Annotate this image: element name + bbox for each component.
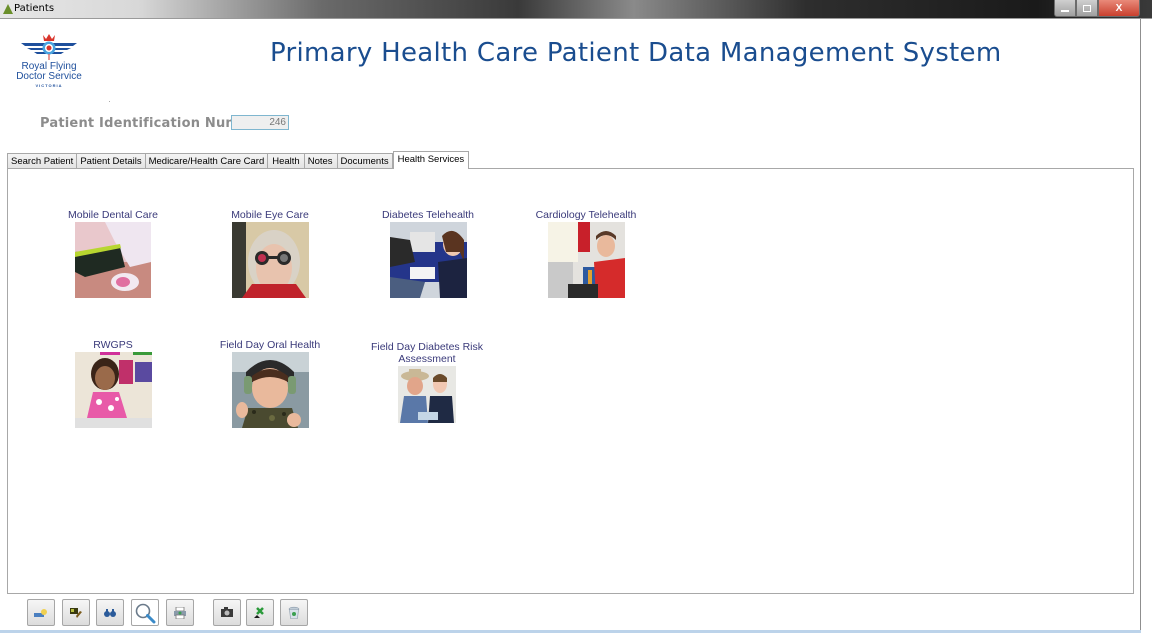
service-mobile-eye-care[interactable]: Mobile Eye Care	[222, 209, 318, 298]
delete-button[interactable]	[280, 599, 308, 626]
logo-line-3: VICTORIA	[35, 83, 63, 88]
service-label-line-2: Assessment	[398, 353, 456, 365]
window-title-bar[interactable]: Patients X	[0, 0, 1152, 19]
service-cardiology-telehealth[interactable]: Cardiology Telehealth	[528, 209, 644, 298]
rfds-wings-emblem-icon	[21, 34, 77, 60]
window-title: Patients	[14, 3, 55, 14]
service-mobile-dental-care[interactable]: Mobile Dental Care	[63, 209, 163, 298]
tab-search-patient[interactable]: Search Patient	[7, 153, 78, 169]
window-controls: X	[1054, 0, 1140, 17]
telehealth-operator-photo	[547, 222, 625, 298]
camera-icon	[221, 607, 233, 617]
service-field-day-oral-health[interactable]: Field Day Oral Health	[214, 339, 326, 428]
eye-test-photo	[231, 222, 309, 298]
magnifier-icon	[135, 603, 156, 623]
service-label: Mobile Eye Care	[231, 209, 309, 221]
baby-photo	[74, 352, 152, 428]
tab-health[interactable]: Health	[267, 153, 305, 169]
logo-line-2: Doctor Service	[16, 71, 82, 82]
maximize-button[interactable]	[1076, 0, 1098, 17]
new-record-button[interactable]	[27, 599, 55, 626]
app-icon	[3, 4, 13, 14]
excel-icon	[254, 606, 264, 618]
service-field-day-diabetes-risk-assessment[interactable]: Field Day Diabetes Risk Assessment	[366, 341, 488, 423]
tab-patient-details[interactable]: Patient Details	[76, 153, 146, 169]
boy-thumbs-up-photo	[231, 352, 309, 428]
recycle-bin-icon	[288, 606, 300, 619]
printer-icon	[174, 606, 186, 619]
edit-record-icon	[70, 607, 82, 618]
find-button[interactable]	[96, 599, 124, 626]
service-label: Diabetes Telehealth	[381, 209, 475, 221]
minimize-icon	[1061, 9, 1069, 12]
service-label: Mobile Dental Care	[68, 209, 158, 221]
service-diabetes-telehealth[interactable]: Diabetes Telehealth	[372, 209, 484, 298]
dental-patient-photo	[75, 222, 151, 298]
binoculars-icon	[104, 608, 116, 617]
service-label: Field Day Diabetes Risk	[370, 341, 484, 353]
service-rwgps[interactable]: RWGPS	[63, 339, 163, 428]
maximize-icon	[1083, 4, 1091, 12]
rfds-logo: Royal Flying Doctor Service VICTORIA	[12, 32, 86, 94]
edit-record-button[interactable]	[62, 599, 90, 626]
service-label: Field Day Oral Health	[219, 339, 321, 351]
window-border-right	[1140, 19, 1141, 631]
diabetes-consult-photo	[389, 222, 467, 298]
photo-button[interactable]	[213, 599, 241, 626]
tab-documents[interactable]: Documents	[336, 153, 393, 169]
field-day-photo	[398, 366, 456, 423]
decorative-dot	[109, 101, 110, 102]
search-button[interactable]	[131, 599, 159, 626]
tab-bar: Search Patient Patient Details Medicare/…	[7, 151, 470, 169]
service-label: Cardiology Telehealth	[535, 209, 637, 221]
minimize-button[interactable]	[1054, 0, 1076, 17]
close-button[interactable]: X	[1098, 0, 1140, 17]
tab-health-services[interactable]: Health Services	[392, 151, 470, 169]
new-record-icon	[34, 608, 47, 617]
patient-id-field[interactable]: 246	[231, 115, 289, 130]
service-label: RWGPS	[93, 339, 133, 351]
tab-medicare-health-care-card[interactable]: Medicare/Health Care Card	[144, 153, 269, 169]
page-title: Primary Health Care Patient Data Managem…	[270, 38, 1002, 68]
tab-notes[interactable]: Notes	[303, 153, 338, 169]
close-icon: X	[1115, 2, 1123, 14]
export-excel-button[interactable]	[246, 599, 274, 626]
print-button[interactable]	[166, 599, 194, 626]
